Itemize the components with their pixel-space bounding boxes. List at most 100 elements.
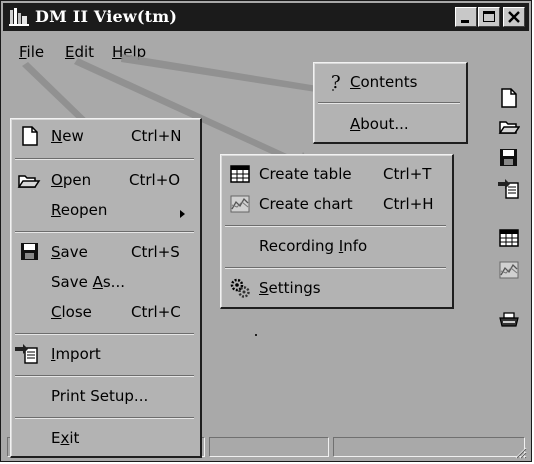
save-as-pre: Save [51,273,93,291]
menu-item-create-table[interactable]: Create table Ctrl+T [221,159,452,189]
menu-item-settings[interactable]: Settings [221,273,452,303]
toolbar-chart-button[interactable] [498,259,520,281]
print-icon [499,312,519,327]
import-icon [15,343,38,365]
app-logo-icon [9,7,29,27]
file-menu: New Ctrl+N Open Ctrl+O Reopen Save Ctrl+… [10,118,202,458]
menu-item-exit[interactable]: Exit [11,423,200,453]
help-menu: ? Contents About... [313,62,468,144]
close-icon [508,11,520,23]
status-panel-2 [209,437,329,457]
menu-help[interactable]: Help [112,43,146,61]
toolbar-save-button[interactable] [498,147,520,169]
file-separator-3 [15,333,194,335]
recording-info-post: nfo [343,237,368,255]
exit-post: it [69,429,80,447]
menu-edit[interactable]: Edit [65,43,94,61]
maximize-button[interactable] [478,7,500,27]
menu-item-about[interactable]: About... [314,109,466,139]
new-document-icon [501,88,517,108]
create-chart-label: Create chart [259,195,353,213]
new-shortcut: Ctrl+N [131,127,182,145]
save-as-accel: A [92,273,103,291]
menu-edit-post: dit [74,43,95,61]
menu-help-post: elp [123,43,147,61]
menu-item-open[interactable]: Open Ctrl+O [11,165,200,195]
menu-item-reopen[interactable]: Reopen [11,195,200,225]
status-panel-3 [333,437,525,457]
menu-help-accel: H [112,43,124,61]
menu-item-new[interactable]: New Ctrl+N [11,121,200,151]
save-as-post: s... [102,273,125,291]
reopen-label: eopen [60,201,108,219]
edit-separator-1 [225,225,446,227]
edit-separator-2 [225,267,446,269]
open-shortcut: Ctrl+O [129,171,181,189]
recording-info-pre: Recording [259,237,339,255]
create-table-shortcut: Ctrl+T [383,165,432,183]
menu-bar: File Edit Help [3,33,529,63]
toolbar-open-button[interactable] [498,115,521,137]
help-question-icon: ? [328,72,350,94]
help-separator [318,102,460,104]
about-label: bout... [360,115,409,133]
close-button[interactable] [503,7,525,27]
contents-label: ontents [360,73,418,91]
menu-item-print-setup[interactable]: Print Setup... [11,381,200,411]
menu-item-create-chart[interactable]: Create chart Ctrl+H [221,189,452,219]
menu-file-accel: F [19,43,27,61]
file-separator-2 [15,231,194,233]
create-chart-shortcut: Ctrl+H [383,195,434,213]
toolbar-import-button[interactable] [498,178,520,200]
new-document-icon [19,125,41,147]
file-separator-1 [15,158,194,160]
open-label: pen [62,171,92,189]
settings-accel: S [259,279,269,297]
import-label: mport [55,345,101,363]
toolbar-print-button[interactable] [498,309,520,331]
open-folder-icon [498,121,521,134]
save-label: ave [60,243,88,261]
menu-file-post: ile [26,43,45,61]
submenu-arrow-icon [179,205,187,223]
minimize-button[interactable] [455,7,477,27]
new-accel: N [51,127,63,145]
open-accel: O [51,171,63,189]
svg-text:?: ? [331,72,341,92]
new-label: ew [62,127,84,145]
save-shortcut: Ctrl+S [131,243,180,261]
contents-accel: C [350,73,361,91]
save-disk-icon [19,241,41,263]
resize-grip-icon[interactable] [513,445,527,459]
table-icon [499,229,519,247]
menu-item-save[interactable]: Save Ctrl+S [11,237,200,267]
print-setup-label: Print Setup... [51,387,149,405]
menu-file[interactable]: File [19,43,44,61]
create-table-label: Create table [259,165,352,183]
maximize-icon [483,11,495,22]
title-bar[interactable]: DM II View(tm) [3,3,529,31]
save-disk-icon [500,149,517,166]
table-icon [229,163,251,185]
menu-item-contents[interactable]: ? Contents [314,67,466,97]
file-separator-5 [15,417,194,419]
toolbar-table-button[interactable] [498,227,520,249]
minimize-icon [461,20,469,23]
chart-icon [499,261,519,279]
settings-icon [229,277,251,299]
menu-item-close[interactable]: Close Ctrl+C [11,297,200,327]
close-shortcut: Ctrl+C [131,303,181,321]
reopen-accel: R [51,201,61,219]
chart-icon [229,193,251,215]
save-accel: S [51,243,61,261]
edit-menu: Create table Ctrl+T Create chart Ctrl+H … [220,154,454,309]
file-separator-4 [15,375,194,377]
menu-item-import[interactable]: Import [11,339,200,369]
close-label: lose [61,303,92,321]
menu-item-recording-info[interactable]: Recording Info [221,231,452,261]
toolbar-new-button[interactable] [498,87,520,109]
stray-dot [255,334,257,336]
close-accel: C [51,303,62,321]
import-icon [498,179,519,199]
menu-item-save-as[interactable]: Save As... [11,267,200,297]
